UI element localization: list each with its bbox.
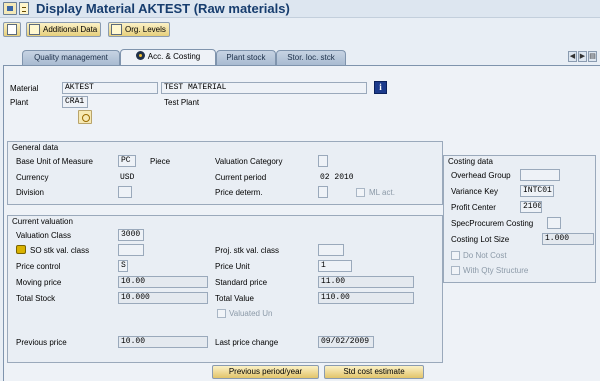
tab-stor-loc-stck[interactable]: Stor. loc. stck bbox=[276, 50, 346, 65]
material-description-field[interactable]: TEST MATERIAL bbox=[161, 82, 367, 94]
previous-price-label: Previous price bbox=[16, 338, 67, 347]
tab-quality-management[interactable]: Quality management bbox=[22, 50, 120, 65]
org-levels-icon bbox=[111, 24, 122, 35]
ml-act-label: ML act. bbox=[369, 188, 395, 197]
current-period-label: Current period bbox=[215, 173, 267, 182]
current-valuation-title: Current valuation bbox=[12, 217, 73, 226]
base-uom-label: Base Unit of Measure bbox=[16, 157, 93, 166]
switch-view-button[interactable] bbox=[3, 22, 21, 37]
standard-price-label: Standard price bbox=[215, 278, 268, 287]
base-uom-text: Piece bbox=[150, 157, 171, 166]
valuation-category-label: Valuation Category bbox=[215, 157, 283, 166]
variance-key-field[interactable]: INTC01 bbox=[520, 185, 554, 197]
standard-price-field[interactable]: 11.00 bbox=[318, 276, 414, 288]
currency-value: USD bbox=[120, 173, 135, 182]
price-determ-label: Price determ. bbox=[215, 188, 263, 197]
price-control-label: Price control bbox=[16, 262, 61, 271]
proj-stk-val-class-field[interactable] bbox=[318, 244, 344, 256]
overhead-group-field[interactable] bbox=[520, 169, 560, 181]
with-qty-structure-checkbox[interactable] bbox=[451, 266, 460, 275]
costing-lot-size-field[interactable]: 1.000 bbox=[542, 233, 594, 245]
org-levels-button[interactable]: Org. Levels bbox=[108, 22, 170, 37]
info-icon[interactable]: i bbox=[374, 81, 387, 94]
previous-period-year-button[interactable]: Previous period/year bbox=[212, 365, 319, 379]
moving-price-field[interactable]: 10.00 bbox=[118, 276, 208, 288]
tab-label: Quality management bbox=[34, 53, 108, 62]
general-data-title: General data bbox=[12, 143, 59, 152]
tab-label: Acc. & Costing bbox=[147, 52, 201, 61]
org-levels-label: Org. Levels bbox=[125, 25, 166, 34]
last-price-change-field[interactable]: 09/02/2009 bbox=[318, 336, 374, 348]
display-document-icon[interactable] bbox=[19, 2, 29, 15]
costing-data-group: Costing data Overhead Group Variance Key… bbox=[443, 155, 596, 283]
material-label: Material bbox=[10, 84, 39, 93]
total-value-label: Total Value bbox=[215, 294, 254, 303]
additional-data-icon bbox=[29, 24, 40, 35]
document-icon bbox=[7, 24, 17, 35]
general-data-group: General data Base Unit of Measure PC Pie… bbox=[7, 141, 443, 205]
price-unit-label: Price Unit bbox=[215, 262, 250, 271]
last-price-change-label: Last price change bbox=[215, 338, 279, 347]
valuation-class-field[interactable]: 3000 bbox=[118, 229, 144, 241]
costing-data-title: Costing data bbox=[448, 157, 493, 166]
page-title: Display Material AKTEST (Raw materials) bbox=[36, 1, 290, 16]
do-not-cost-label: Do Not Cost bbox=[463, 251, 507, 260]
division-field[interactable] bbox=[118, 186, 132, 198]
valuation-category-field[interactable] bbox=[318, 155, 328, 167]
moving-price-label: Moving price bbox=[16, 278, 62, 287]
tab-label: Plant stock bbox=[226, 53, 266, 62]
overhead-group-label: Overhead Group bbox=[451, 171, 511, 180]
division-label: Division bbox=[16, 188, 45, 197]
proj-stk-val-class-label: Proj. stk val. class bbox=[215, 246, 280, 255]
profit-center-field[interactable]: 2100 bbox=[520, 201, 542, 213]
currency-label: Currency bbox=[16, 173, 49, 182]
scroll-left-icon[interactable]: ◀ bbox=[568, 51, 577, 62]
with-qty-structure-label: With Qty Structure bbox=[463, 266, 529, 275]
scroll-right-icon[interactable]: ▶ bbox=[578, 51, 587, 62]
do-not-cost-checkbox[interactable] bbox=[451, 251, 460, 260]
total-value-field[interactable]: 110.00 bbox=[318, 292, 414, 304]
tab-acc-costing[interactable]: Acc. & Costing bbox=[120, 49, 216, 65]
application-toolbar: Additional Data Org. Levels bbox=[0, 19, 600, 41]
so-stk-val-class-label: SO stk val. class bbox=[30, 246, 90, 255]
costing-icon bbox=[135, 51, 145, 60]
plant-description: Test Plant bbox=[164, 98, 200, 107]
tab-list-icon[interactable]: ▤ bbox=[588, 51, 597, 62]
variance-key-label: Variance Key bbox=[451, 187, 498, 196]
previous-price-field[interactable]: 10.00 bbox=[118, 336, 208, 348]
std-cost-estimate-button[interactable]: Std cost estimate bbox=[324, 365, 424, 379]
sales-order-icon bbox=[16, 245, 26, 254]
valuated-un-label: Valuated Un bbox=[229, 309, 273, 318]
profit-center-label: Profit Center bbox=[451, 203, 496, 212]
material-field[interactable]: AKTEST bbox=[62, 82, 158, 94]
current-period-value: 02 2010 bbox=[320, 173, 354, 182]
additional-data-button[interactable]: Additional Data bbox=[26, 22, 102, 37]
plant-field[interactable]: CRA1 bbox=[62, 96, 88, 108]
costing-lot-size-label: Costing Lot Size bbox=[451, 235, 510, 244]
valuated-un-checkbox[interactable] bbox=[217, 309, 226, 318]
tab-strip: Quality management Acc. & Costing Plant … bbox=[0, 49, 600, 65]
total-stock-label: Total Stock bbox=[16, 294, 56, 303]
main-panel: Material AKTEST TEST MATERIAL i Plant CR… bbox=[3, 65, 600, 381]
plant-label: Plant bbox=[10, 98, 29, 107]
so-stk-val-class-field[interactable] bbox=[118, 244, 144, 256]
tab-navigation: ◀ ▶ ▤ bbox=[567, 51, 597, 63]
ml-act-checkbox[interactable] bbox=[356, 188, 365, 197]
valuation-class-label: Valuation Class bbox=[16, 231, 71, 240]
price-determ-field[interactable] bbox=[318, 186, 328, 198]
base-uom-field[interactable]: PC bbox=[118, 155, 136, 167]
price-unit-field[interactable]: 1 bbox=[318, 260, 352, 272]
tab-plant-stock[interactable]: Plant stock bbox=[216, 50, 276, 65]
current-valuation-group: Current valuation Valuation Class 3000 S… bbox=[7, 215, 443, 363]
tab-label: Stor. loc. stck bbox=[287, 53, 335, 62]
transaction-icon[interactable] bbox=[3, 2, 17, 15]
title-bar: Display Material AKTEST (Raw materials) bbox=[0, 0, 600, 18]
org-data-icon[interactable] bbox=[78, 110, 92, 124]
additional-data-label: Additional Data bbox=[43, 25, 98, 34]
price-control-field[interactable]: S bbox=[118, 260, 128, 272]
spec-procurem-costing-label: SpecProcurem Costing bbox=[451, 219, 534, 228]
spec-procurem-costing-field[interactable] bbox=[547, 217, 561, 229]
total-stock-field[interactable]: 10.000 bbox=[118, 292, 208, 304]
